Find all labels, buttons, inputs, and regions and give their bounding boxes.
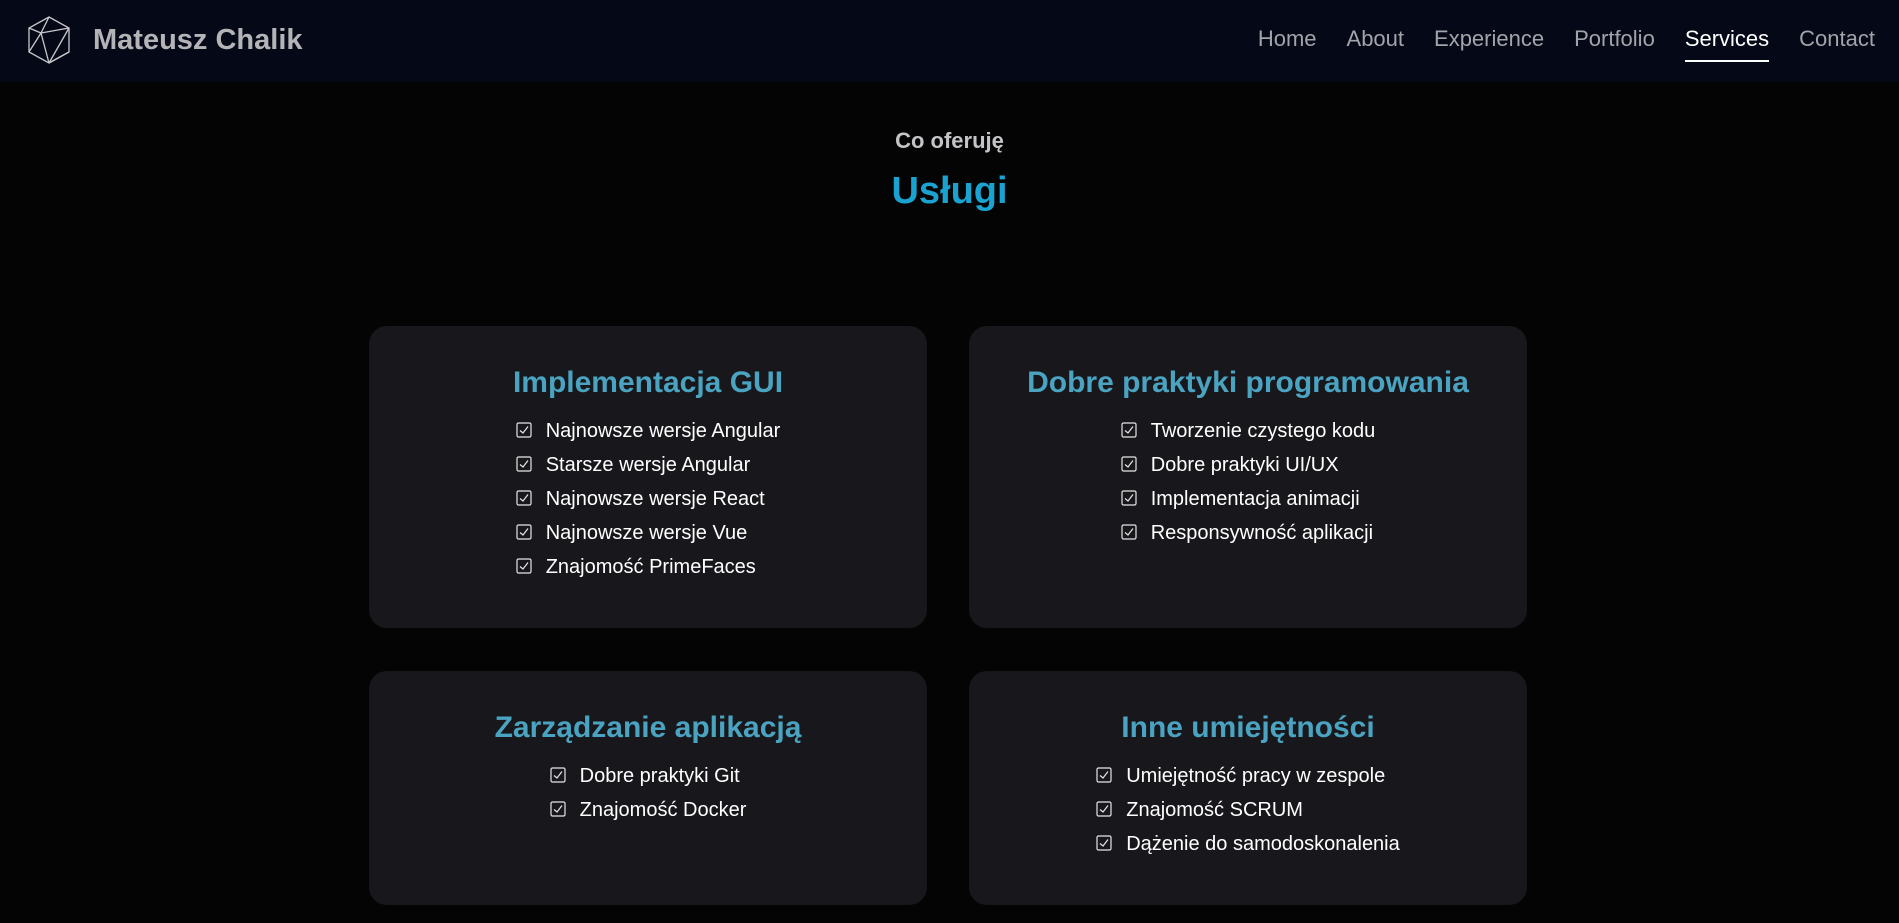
list-item: Znajomość Docker [550, 793, 747, 827]
nav-item-about[interactable]: About [1347, 26, 1405, 62]
list-item-label: Najnowsze wersje Vue [545, 521, 748, 544]
list-item: Najnowsze wersje Vue [516, 516, 781, 550]
list-item: Najnowsze wersje Angular [516, 414, 781, 448]
list-item-label: Implementacja animacji [1150, 487, 1360, 510]
service-card: Inne umiejętności Umiejętność pracy w zes… [969, 671, 1527, 905]
list-item: Umiejętność pracy w zespole [1096, 759, 1400, 793]
section-subtitle: Co oferuję [895, 128, 1004, 153]
list-item-label: Dążenie do samodoskonalenia [1126, 832, 1400, 855]
checkbox-checked-icon [516, 523, 532, 540]
brand-name: Mateusz Chalik [93, 23, 303, 56]
card-list: Dobre praktyki Git Znajomość Docker [369, 759, 927, 827]
checkbox-checked-icon [1096, 800, 1112, 817]
card-list: Umiejętność pracy w zespole Znajomość SCR… [969, 759, 1527, 861]
list-item: Znajomość SCRUM [1096, 793, 1400, 827]
list-item-label: Znajomość Docker [579, 798, 747, 821]
list-item: Dążenie do samodoskonalenia [1096, 827, 1400, 861]
navbar: Mateusz Chalik Home About Experience Por… [0, 0, 1899, 82]
card-title: Zarządzanie aplikacją [494, 711, 802, 744]
list-item: Responsywność aplikacji [1121, 516, 1376, 550]
section-title: Usługi [891, 170, 1008, 212]
list-item: Implementacja animacji [1121, 482, 1376, 516]
nav-item-contact[interactable]: Contact [1799, 26, 1875, 62]
nav-item-experience[interactable]: Experience [1434, 26, 1544, 62]
checkbox-checked-icon [1096, 766, 1112, 783]
list-item-label: Najnowsze wersje React [545, 487, 765, 510]
list-item-label: Starsze wersje Angular [545, 453, 751, 476]
list-item-label: Znajomość PrimeFaces [545, 555, 756, 578]
checkbox-checked-icon [516, 489, 532, 506]
card-list: Najnowsze wersje Angular Starsze wersje A… [369, 414, 927, 584]
nav-item-portfolio[interactable]: Portfolio [1574, 26, 1655, 62]
list-item: Tworzenie czystego kodu [1121, 414, 1376, 448]
nav-item-home[interactable]: Home [1258, 26, 1317, 62]
list-item: Dobre praktyki Git [550, 759, 747, 793]
list-item-label: Tworzenie czystego kodu [1150, 419, 1376, 442]
list-item-label: Dobre praktyki UI/UX [1150, 453, 1339, 476]
list-item-label: Znajomość SCRUM [1126, 798, 1303, 821]
polyhedron-logo-icon [28, 16, 70, 64]
card-title: Dobre praktyki programowania [1027, 366, 1469, 399]
nav-item-services[interactable]: Services [1684, 26, 1770, 62]
checkbox-checked-icon [516, 455, 532, 472]
list-item: Najnowsze wersje React [516, 482, 781, 516]
brand[interactable]: Mateusz Chalik [24, 15, 303, 65]
card-list: Tworzenie czystego kodu Dobre praktyki UI… [969, 414, 1527, 550]
checkbox-checked-icon [1121, 421, 1137, 438]
checkbox-checked-icon [1096, 834, 1112, 851]
nav-menu: Home About Experience Portfolio Services… [1228, 26, 1875, 62]
checkbox-checked-icon [1121, 523, 1137, 540]
card-title: Implementacja GUI [512, 366, 784, 399]
list-item-label: Dobre praktyki Git [579, 764, 740, 787]
list-item: Starsze wersje Angular [516, 448, 781, 482]
checkbox-checked-icon [550, 766, 566, 783]
list-item: Dobre praktyki UI/UX [1121, 448, 1376, 482]
checkbox-checked-icon [516, 421, 532, 438]
list-item-label: Umiejętność pracy w zespole [1126, 764, 1386, 787]
list-item: Znajomość PrimeFaces [516, 550, 781, 584]
service-card: Dobre praktyki programowania Tworzenie cz… [969, 326, 1527, 628]
checkbox-checked-icon [516, 557, 532, 574]
checkbox-checked-icon [550, 800, 566, 817]
card-title: Inne umiejętności [1121, 711, 1375, 744]
service-card: Implementacja GUI Najnowsze wersje Angula… [369, 326, 927, 628]
service-card: Zarządzanie aplikacją Dobre praktyki Git Z… [369, 671, 927, 905]
checkbox-checked-icon [1121, 489, 1137, 506]
list-item-label: Najnowsze wersje Angular [545, 419, 781, 442]
checkbox-checked-icon [1121, 455, 1137, 472]
list-item-label: Responsywność aplikacji [1150, 521, 1374, 544]
